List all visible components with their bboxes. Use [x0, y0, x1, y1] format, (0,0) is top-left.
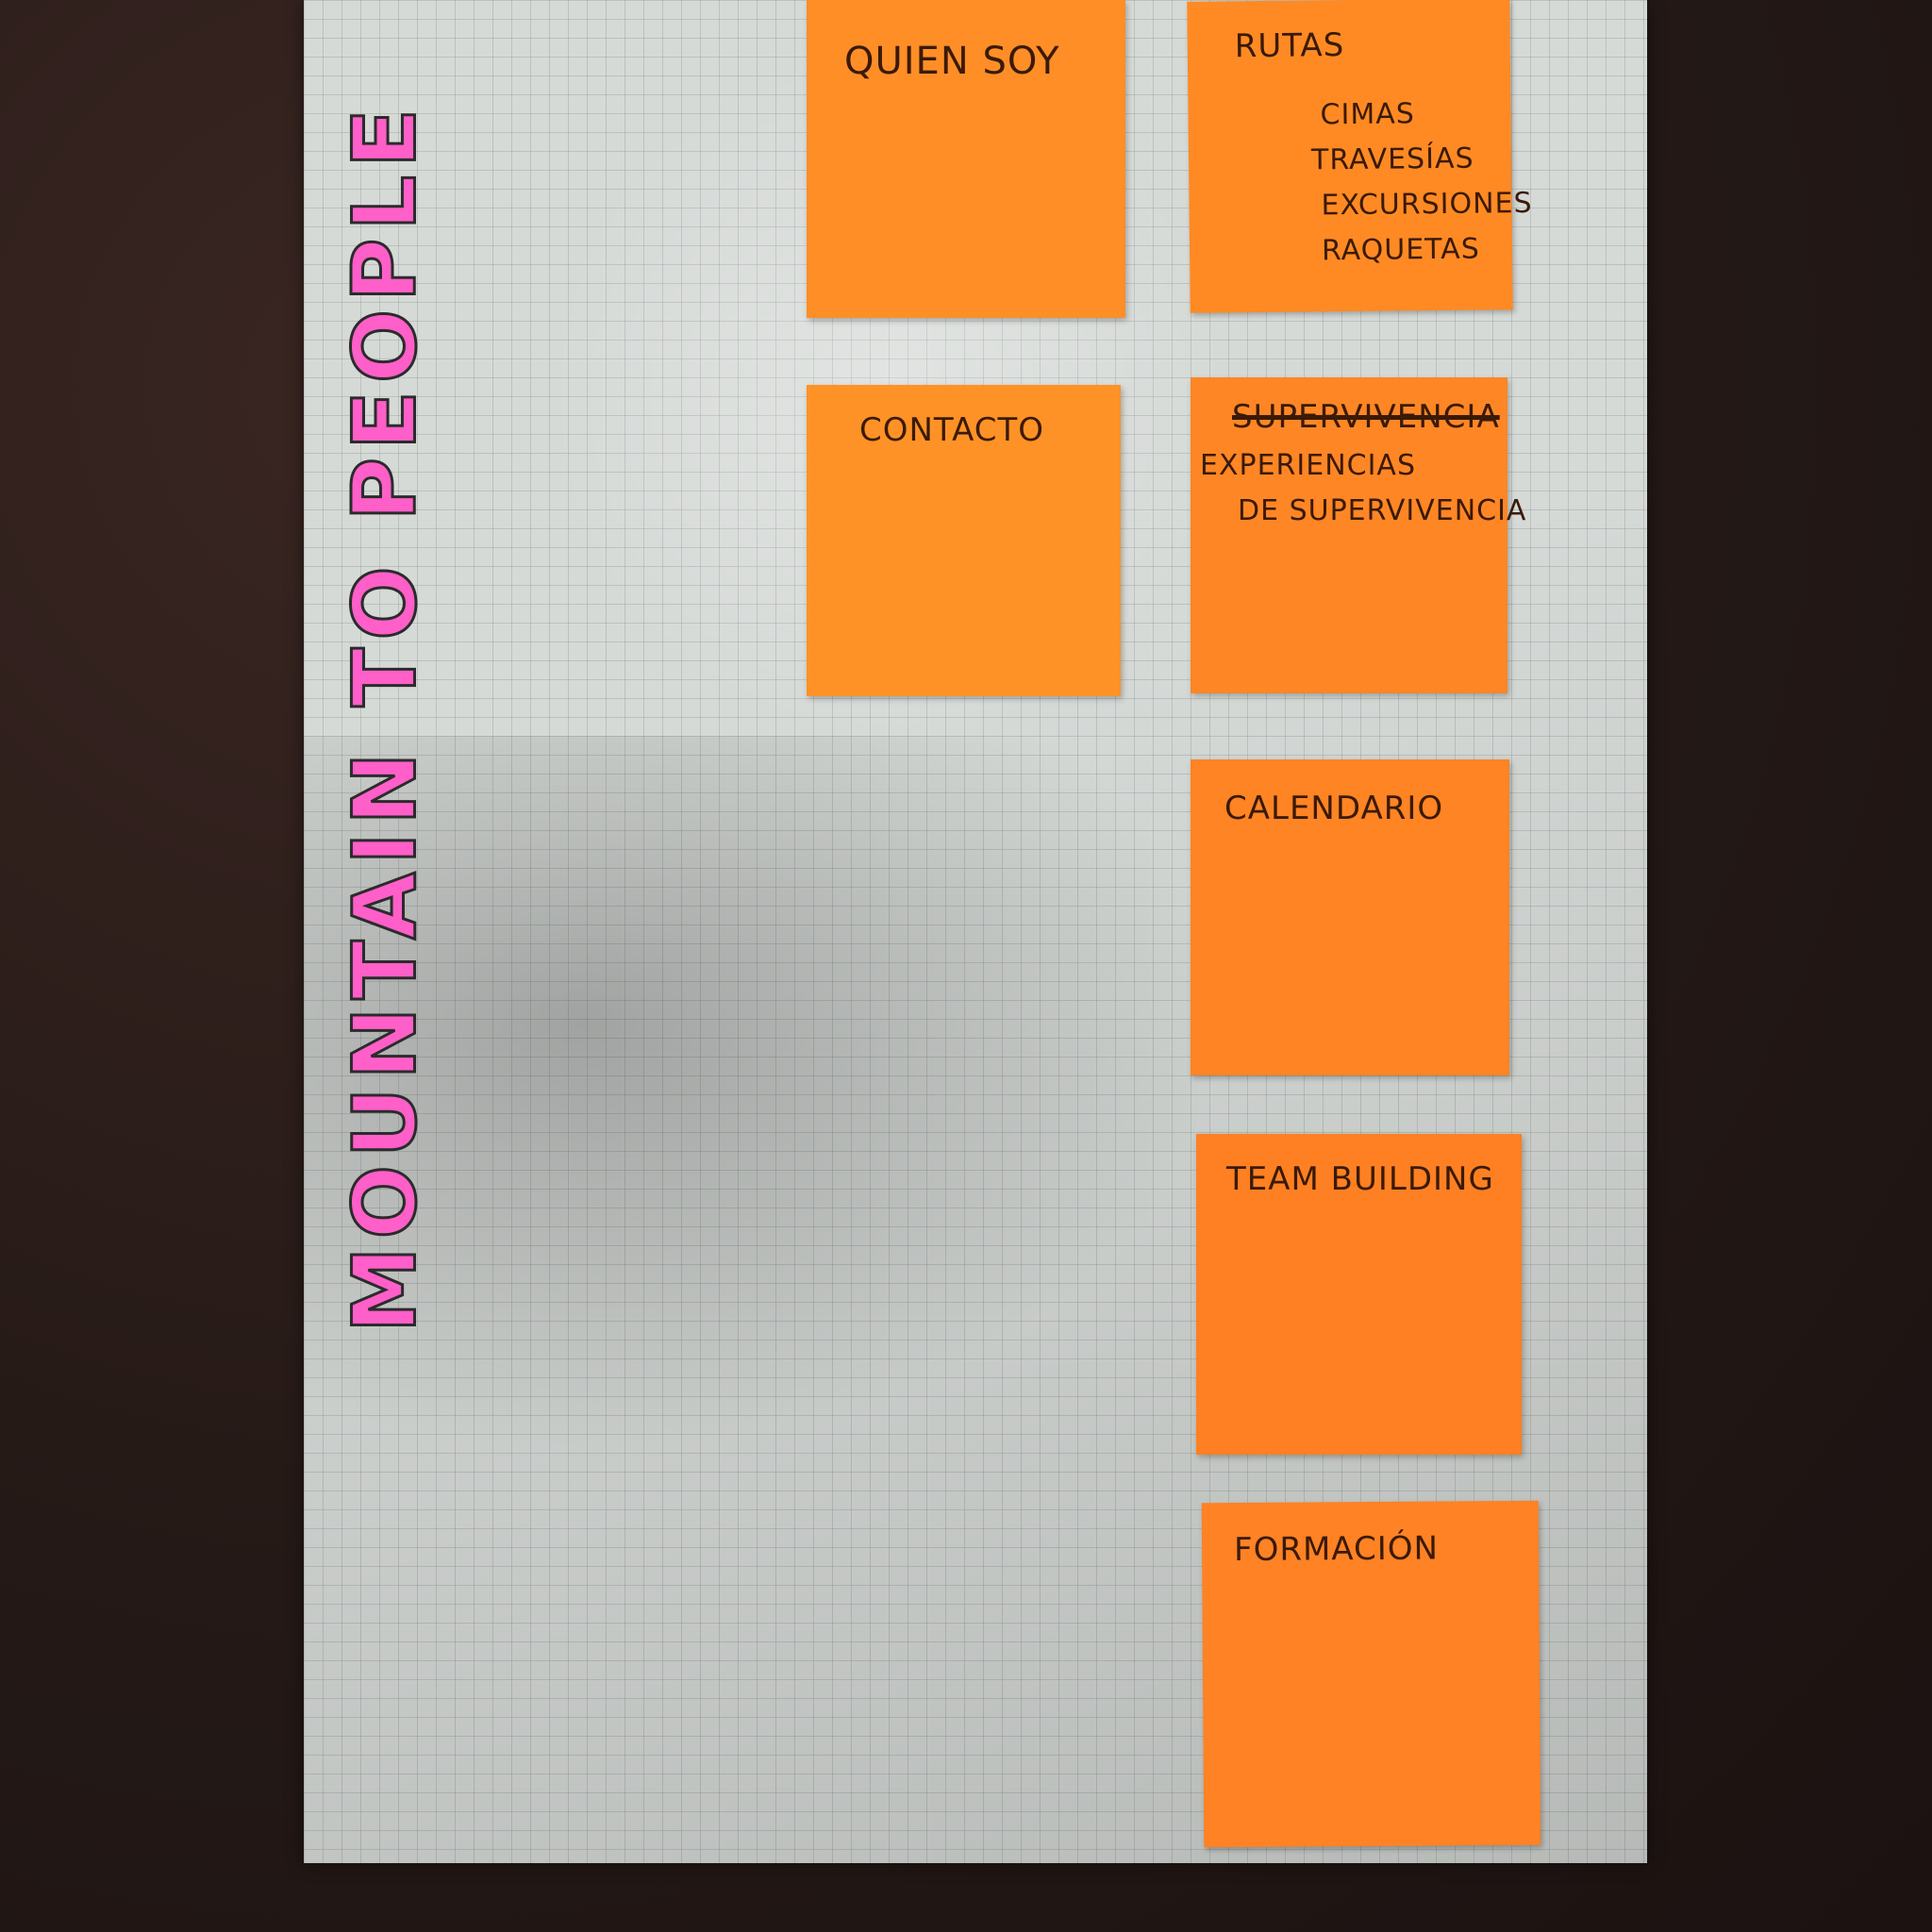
note-title: CALENDARIO	[1224, 790, 1444, 827]
sticky-note-contacto[interactable]: CONTACTO	[807, 385, 1121, 696]
note-title: FORMACIÓN	[1233, 1529, 1440, 1570]
sticky-note-formacion[interactable]: FORMACIÓN	[1201, 1500, 1541, 1848]
sticky-note-calendario[interactable]: CALENDARIO	[1191, 759, 1509, 1075]
note-title-struck: SUPERVIVENCIA	[1232, 398, 1500, 436]
note-line: RAQUETAS	[1321, 232, 1480, 268]
note-line: TRAVESÍAS	[1310, 142, 1474, 177]
board-title: MOUNTAIN TO PEOPLE	[333, 100, 437, 1335]
note-line: CIMAS	[1320, 97, 1415, 132]
sticky-note-supervivencia[interactable]: SUPERVIVENCIA EXPERIENCIAS DE SUPERVIVEN…	[1191, 377, 1525, 693]
note-title: QUIEN SOY	[844, 40, 1060, 83]
note-line: EXPERIENCIAS	[1200, 449, 1417, 482]
note-lines: CIMAS TRAVESÍAS EXCURSIONES RAQUETAS	[1310, 91, 1533, 274]
note-title: CONTACTO	[859, 411, 1044, 449]
note-title: TEAM BUILDING	[1226, 1160, 1494, 1198]
sticky-note-rutas[interactable]: RUTAS CIMAS TRAVESÍAS EXCURSIONES RAQUET…	[1187, 0, 1533, 313]
note-title: RUTAS	[1234, 26, 1345, 66]
note-lines: EXPERIENCIAS DE SUPERVIVENCIA	[1200, 443, 1526, 534]
note-line: EXCURSIONES	[1321, 186, 1533, 223]
sticky-note-quien-soy[interactable]: QUIEN SOY	[807, 0, 1125, 318]
sticky-note-team-building[interactable]: TEAM BUILDING	[1196, 1134, 1522, 1455]
note-line: DE SUPERVIVENCIA	[1238, 494, 1527, 527]
